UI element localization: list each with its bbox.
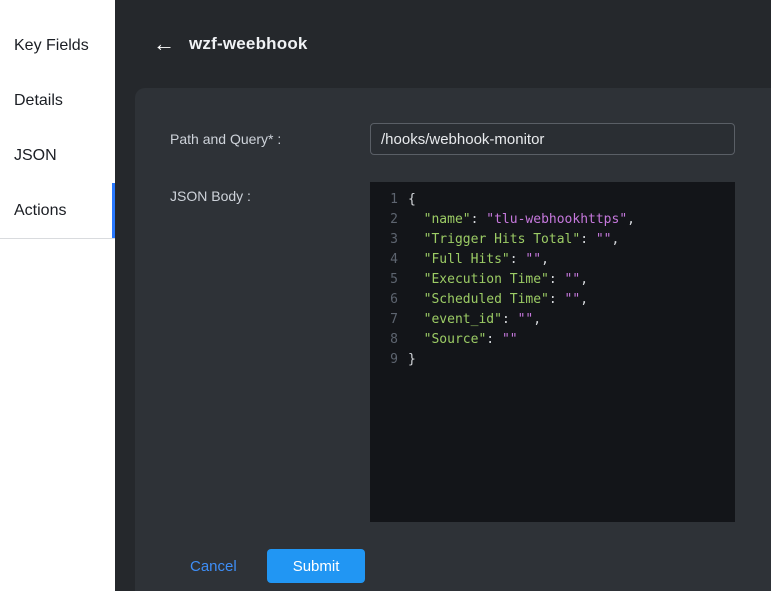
line-number: 1 [370, 190, 398, 210]
code-text: "Source": "" [398, 330, 518, 350]
line-number: 7 [370, 310, 398, 330]
page-header: ← wzf-weebhook [115, 0, 771, 88]
back-arrow-icon[interactable]: ← [153, 33, 175, 55]
sidebar-item-json[interactable]: JSON [0, 128, 115, 183]
main-panel: ← wzf-weebhook Path and Query* : JSON Bo… [115, 0, 771, 591]
sidebar-divider [0, 238, 115, 239]
path-query-row: Path and Query* : [170, 123, 735, 155]
code-text: { [398, 190, 416, 210]
form-actions: Cancel Submit [170, 549, 735, 583]
sidebar-item-actions[interactable]: Actions [0, 183, 115, 238]
submit-button[interactable]: Submit [267, 549, 366, 583]
line-number: 5 [370, 270, 398, 290]
code-text: "Full Hits": "", [398, 250, 549, 270]
line-number: 9 [370, 350, 398, 370]
path-query-label: Path and Query* : [170, 131, 370, 147]
code-text: "Execution Time": "", [398, 270, 588, 290]
sidebar-items: Key FieldsDetailsJSONActions [0, 18, 115, 238]
cancel-button[interactable]: Cancel [190, 558, 237, 575]
json-editor-lines: 1{2 "name": "tlu-webhookhttps",3 "Trigge… [370, 190, 735, 370]
sidebar-item-key-fields[interactable]: Key Fields [0, 18, 115, 73]
code-line: 2 "name": "tlu-webhookhttps", [370, 210, 735, 230]
sidebar-item-details[interactable]: Details [0, 73, 115, 128]
code-text: "Scheduled Time": "", [398, 290, 588, 310]
line-number: 2 [370, 210, 398, 230]
line-number: 3 [370, 230, 398, 250]
code-line: 7 "event_id": "", [370, 310, 735, 330]
code-line: 9} [370, 350, 735, 370]
json-body-label: JSON Body : [170, 182, 370, 204]
json-body-row: JSON Body : 1{2 "name": "tlu-webhookhttp… [170, 182, 735, 522]
form-card: Path and Query* : JSON Body : 1{2 "name"… [135, 88, 771, 591]
line-number: 4 [370, 250, 398, 270]
code-line: 6 "Scheduled Time": "", [370, 290, 735, 310]
code-text: } [398, 350, 416, 370]
sidebar: Key FieldsDetailsJSONActions [0, 0, 115, 591]
code-line: 4 "Full Hits": "", [370, 250, 735, 270]
page-title: wzf-weebhook [189, 34, 308, 54]
line-number: 6 [370, 290, 398, 310]
code-line: 8 "Source": "" [370, 330, 735, 350]
code-line: 5 "Execution Time": "", [370, 270, 735, 290]
code-line: 3 "Trigger Hits Total": "", [370, 230, 735, 250]
json-code-editor[interactable]: 1{2 "name": "tlu-webhookhttps",3 "Trigge… [370, 182, 735, 522]
code-line: 1{ [370, 190, 735, 210]
line-number: 8 [370, 330, 398, 350]
app-window: Key FieldsDetailsJSONActions ← wzf-weebh… [0, 0, 771, 591]
path-query-input[interactable] [370, 123, 735, 155]
code-text: "name": "tlu-webhookhttps", [398, 210, 635, 230]
code-text: "Trigger Hits Total": "", [398, 230, 619, 250]
code-text: "event_id": "", [398, 310, 541, 330]
